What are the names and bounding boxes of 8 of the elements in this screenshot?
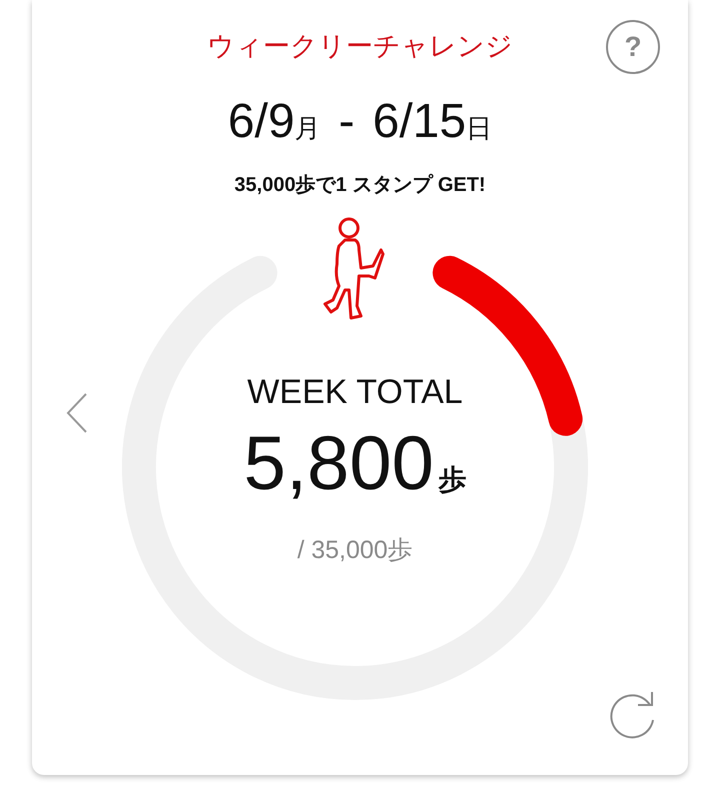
help-button[interactable]: ?: [606, 20, 660, 74]
week-total-label: WEEK TOTAL: [247, 372, 463, 412]
challenge-title: ウィークリーチャレンジ: [207, 30, 513, 63]
date-range: 6/9月 - 6/15 日: [228, 94, 492, 150]
previous-week-button[interactable]: [65, 392, 89, 434]
step-total: 5,800 歩: [244, 422, 466, 508]
step-goal: / 35,000歩: [297, 535, 413, 566]
goal-description: 35,000歩で1 スタンプ GET!: [234, 172, 486, 198]
